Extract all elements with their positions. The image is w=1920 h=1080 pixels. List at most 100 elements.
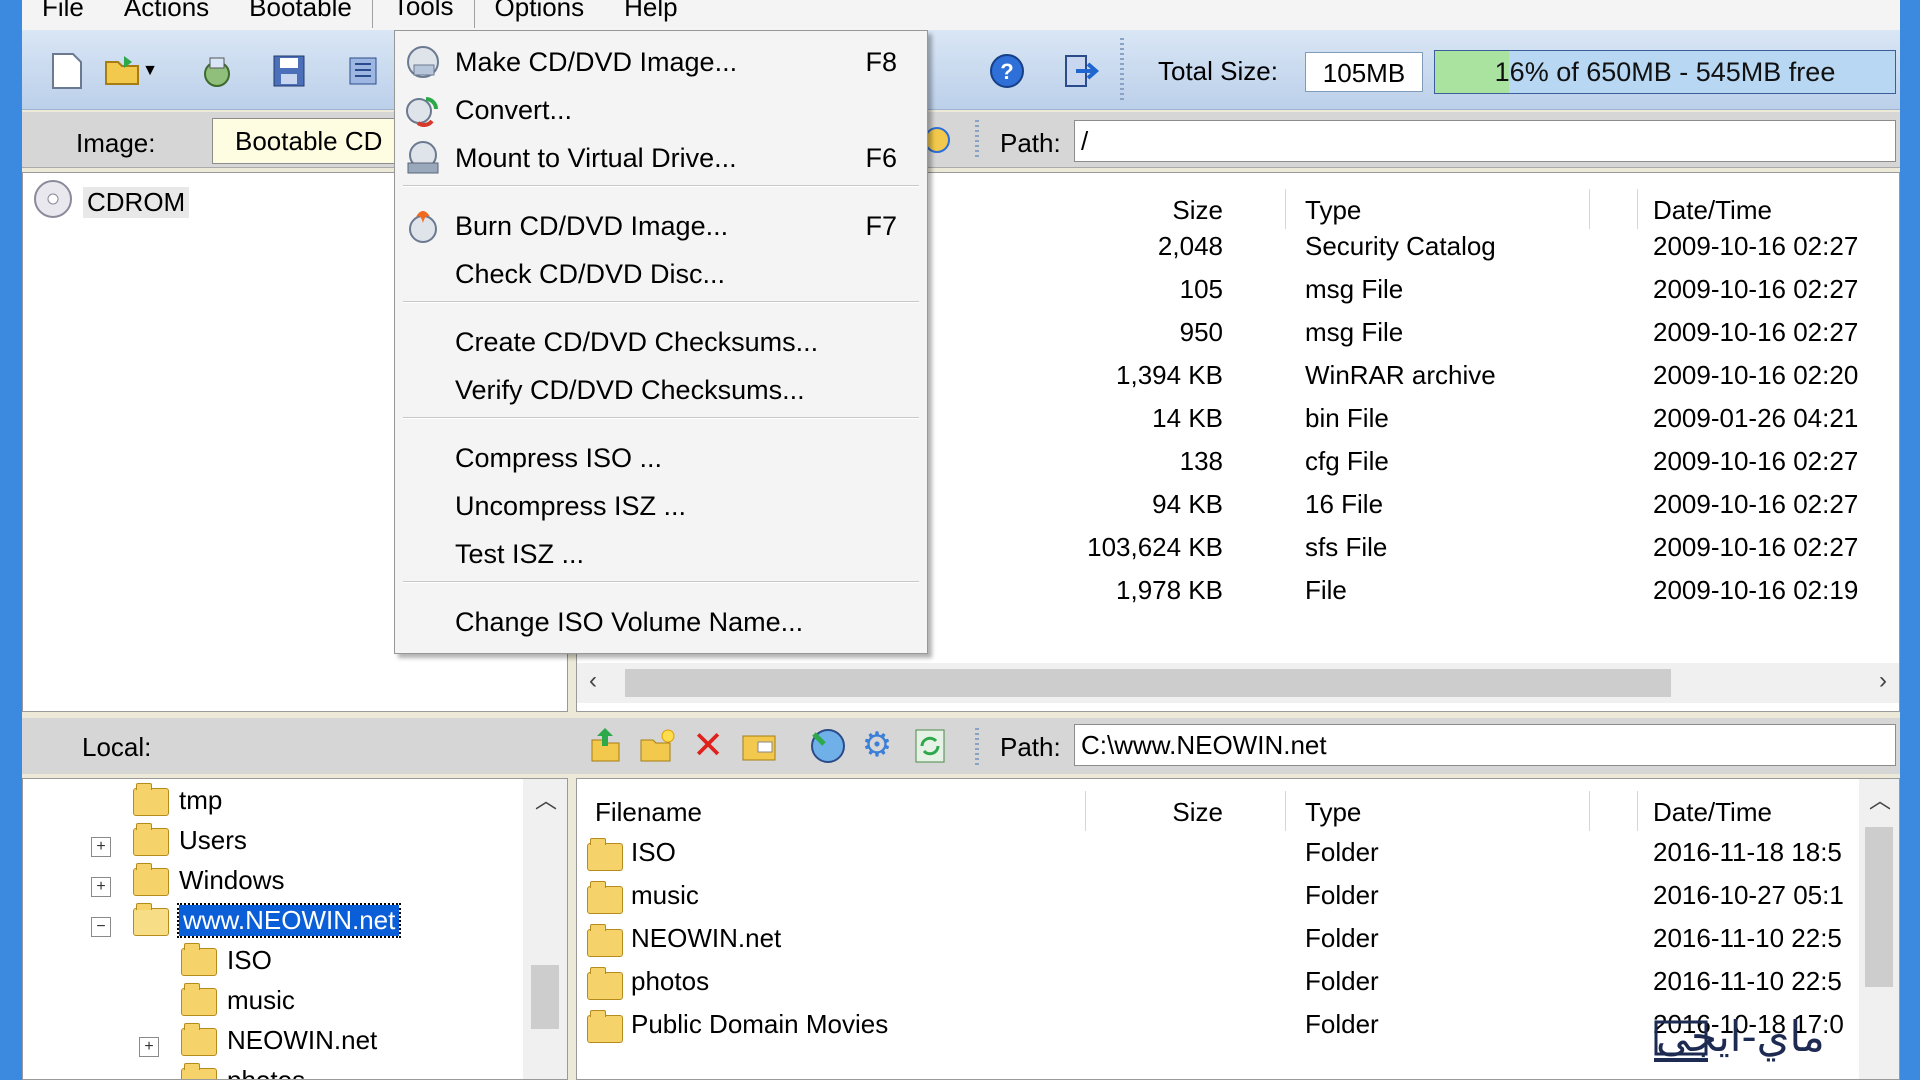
tree-item-label: ISO bbox=[227, 945, 272, 976]
menubar: File Actions Bootable Tools Options Help bbox=[22, 0, 1900, 30]
image-list-hscrollbar[interactable]: ‹ › bbox=[577, 663, 1899, 703]
menu-options[interactable]: Options bbox=[475, 0, 605, 26]
scrollbar-thumb[interactable] bbox=[531, 965, 559, 1029]
menu-item[interactable]: Verify CD/DVD Checksums... bbox=[395, 367, 927, 415]
collapse-icon[interactable]: − bbox=[91, 917, 111, 937]
scroll-left-icon[interactable]: ‹ bbox=[589, 667, 597, 695]
add-to-image-icon[interactable] bbox=[806, 724, 848, 766]
cell-filename: ISO bbox=[631, 837, 676, 867]
cell-type: Folder bbox=[1305, 837, 1379, 867]
new-folder-icon[interactable] bbox=[638, 726, 676, 766]
tree-item[interactable]: photos bbox=[181, 1063, 305, 1079]
scroll-right-icon[interactable]: › bbox=[1879, 667, 1887, 695]
tree-item-label: photos bbox=[227, 1065, 305, 1079]
scrollbar-thumb[interactable] bbox=[625, 669, 1671, 697]
table-row[interactable]: music Folder 2016-10-27 05:1 bbox=[577, 874, 1899, 917]
menu-item[interactable]: Uncompress ISZ ... bbox=[395, 483, 927, 531]
menu-item-label: Verify CD/DVD Checksums... bbox=[455, 375, 805, 405]
local-tree-vscrollbar[interactable]: ︿ bbox=[523, 779, 567, 1079]
convert-icon bbox=[403, 91, 443, 131]
menu-item[interactable]: Make CD/DVD Image... F8 bbox=[395, 39, 927, 87]
cell-size: 950 bbox=[1179, 317, 1223, 347]
table-row[interactable]: NEOWIN.net Folder 2016-11-10 22:5 bbox=[577, 917, 1899, 960]
properties-icon[interactable] bbox=[344, 52, 382, 90]
local-list-vscrollbar[interactable]: ︿ bbox=[1859, 779, 1899, 1079]
settings-gear-icon[interactable]: ⚙ bbox=[858, 726, 896, 764]
open-icon[interactable] bbox=[104, 52, 142, 90]
up-folder-icon[interactable] bbox=[588, 726, 622, 766]
tree-item[interactable]: tmp bbox=[133, 783, 222, 817]
dropdown-arrow-icon[interactable]: ▼ bbox=[140, 52, 160, 90]
imagebar-separator bbox=[975, 120, 979, 160]
table-row[interactable]: ISO Folder 2016-11-18 18:5 bbox=[577, 831, 1899, 874]
tree-item[interactable]: Windows bbox=[133, 863, 284, 897]
cell-size: 138 bbox=[1179, 446, 1223, 476]
tools-menu: Make CD/DVD Image... F8 Convert... Mount to… bbox=[394, 30, 928, 654]
tree-item-cdrom[interactable]: CDROM bbox=[33, 179, 190, 226]
cell-type: File bbox=[1305, 575, 1347, 605]
menu-item[interactable]: Check CD/DVD Disc... bbox=[395, 251, 927, 299]
help-icon[interactable]: ? bbox=[988, 52, 1026, 90]
cell-type: bin File bbox=[1305, 403, 1389, 433]
localbar-separator bbox=[975, 728, 979, 768]
scrollbar-thumb[interactable] bbox=[1865, 827, 1893, 987]
column-header-type[interactable]: Type bbox=[1305, 797, 1361, 828]
menu-help[interactable]: Help bbox=[604, 0, 697, 26]
cell-type: cfg File bbox=[1305, 446, 1389, 476]
table-row[interactable]: photos Folder 2016-11-10 22:5 bbox=[577, 960, 1899, 1003]
scroll-up-icon[interactable]: ︿ bbox=[1869, 783, 1891, 815]
scroll-up-icon[interactable]: ︿ bbox=[535, 783, 557, 815]
menu-item[interactable]: Convert... bbox=[395, 87, 927, 135]
tree-item[interactable]: ISO bbox=[181, 943, 272, 977]
column-header-size[interactable]: Size bbox=[1172, 195, 1223, 226]
image-path-label: Path: bbox=[1000, 128, 1061, 158]
menu-item-label: Uncompress ISZ ... bbox=[455, 491, 687, 521]
image-path-field[interactable]: / bbox=[1074, 120, 1896, 162]
tree-item[interactable]: music bbox=[181, 983, 295, 1017]
capacity-text: 16% of 650MB - 545MB free bbox=[1494, 57, 1836, 87]
cell-datetime: 2009-10-16 02:20 bbox=[1653, 360, 1859, 390]
cell-type: msg File bbox=[1305, 274, 1404, 304]
expand-icon[interactable]: + bbox=[91, 877, 111, 897]
refresh-local-icon[interactable] bbox=[912, 726, 948, 766]
local-path-field[interactable]: C:\www.NEOWIN.net bbox=[1074, 724, 1896, 766]
cell-datetime: 2009-10-16 02:27 bbox=[1653, 317, 1859, 347]
menu-item[interactable]: Create CD/DVD Checksums... bbox=[395, 319, 927, 367]
tree-item[interactable]: www.NEOWIN.net bbox=[133, 903, 402, 939]
folder-icon bbox=[181, 983, 217, 1017]
menu-file[interactable]: File bbox=[22, 0, 104, 26]
menu-item[interactable]: Test ISZ ... bbox=[395, 531, 927, 579]
menu-item[interactable]: Burn CD/DVD Image... F7 bbox=[395, 203, 927, 251]
expand-icon[interactable]: + bbox=[139, 1037, 159, 1057]
new-icon[interactable] bbox=[48, 52, 86, 90]
column-header-size[interactable]: Size bbox=[1172, 797, 1223, 828]
expand-icon[interactable]: + bbox=[91, 837, 111, 857]
column-header-datetime[interactable]: Date/Time bbox=[1653, 797, 1772, 828]
menu-item[interactable]: Mount to Virtual Drive... F6 bbox=[395, 135, 927, 183]
menu-item-shortcut: F7 bbox=[865, 211, 897, 241]
menu-actions[interactable]: Actions bbox=[104, 0, 229, 26]
column-header-datetime[interactable]: Date/Time bbox=[1653, 195, 1772, 226]
tree-item[interactable]: Users bbox=[133, 823, 247, 857]
save-icon[interactable] bbox=[270, 52, 308, 90]
menu-separator bbox=[403, 417, 919, 419]
tree-item[interactable]: NEOWIN.net bbox=[181, 1023, 377, 1057]
extract-icon[interactable] bbox=[198, 52, 236, 90]
rename-icon[interactable] bbox=[740, 728, 778, 764]
cell-type: Folder bbox=[1305, 923, 1379, 953]
cell-datetime: 2016-11-10 22:5 bbox=[1653, 966, 1842, 996]
image-type-select[interactable]: Bootable CD bbox=[212, 118, 402, 164]
cell-type: WinRAR archive bbox=[1305, 360, 1496, 390]
exit-icon[interactable] bbox=[1062, 52, 1100, 90]
column-header-filename[interactable]: Filename bbox=[595, 797, 702, 828]
menu-tools[interactable]: Tools bbox=[371, 0, 475, 28]
cell-size: 1,394 KB bbox=[1116, 360, 1223, 390]
tree-item-label: CDROM bbox=[83, 187, 190, 218]
menu-item-label: Compress ISO ... bbox=[455, 443, 663, 473]
menu-bootable[interactable]: Bootable bbox=[229, 0, 372, 26]
column-header-type[interactable]: Type bbox=[1305, 195, 1361, 226]
menu-item[interactable]: Change ISO Volume Name... bbox=[395, 599, 927, 647]
folder-icon bbox=[181, 1063, 217, 1079]
menu-item[interactable]: Compress ISO ... bbox=[395, 435, 927, 483]
delete-icon[interactable]: ✕ bbox=[690, 727, 726, 765]
